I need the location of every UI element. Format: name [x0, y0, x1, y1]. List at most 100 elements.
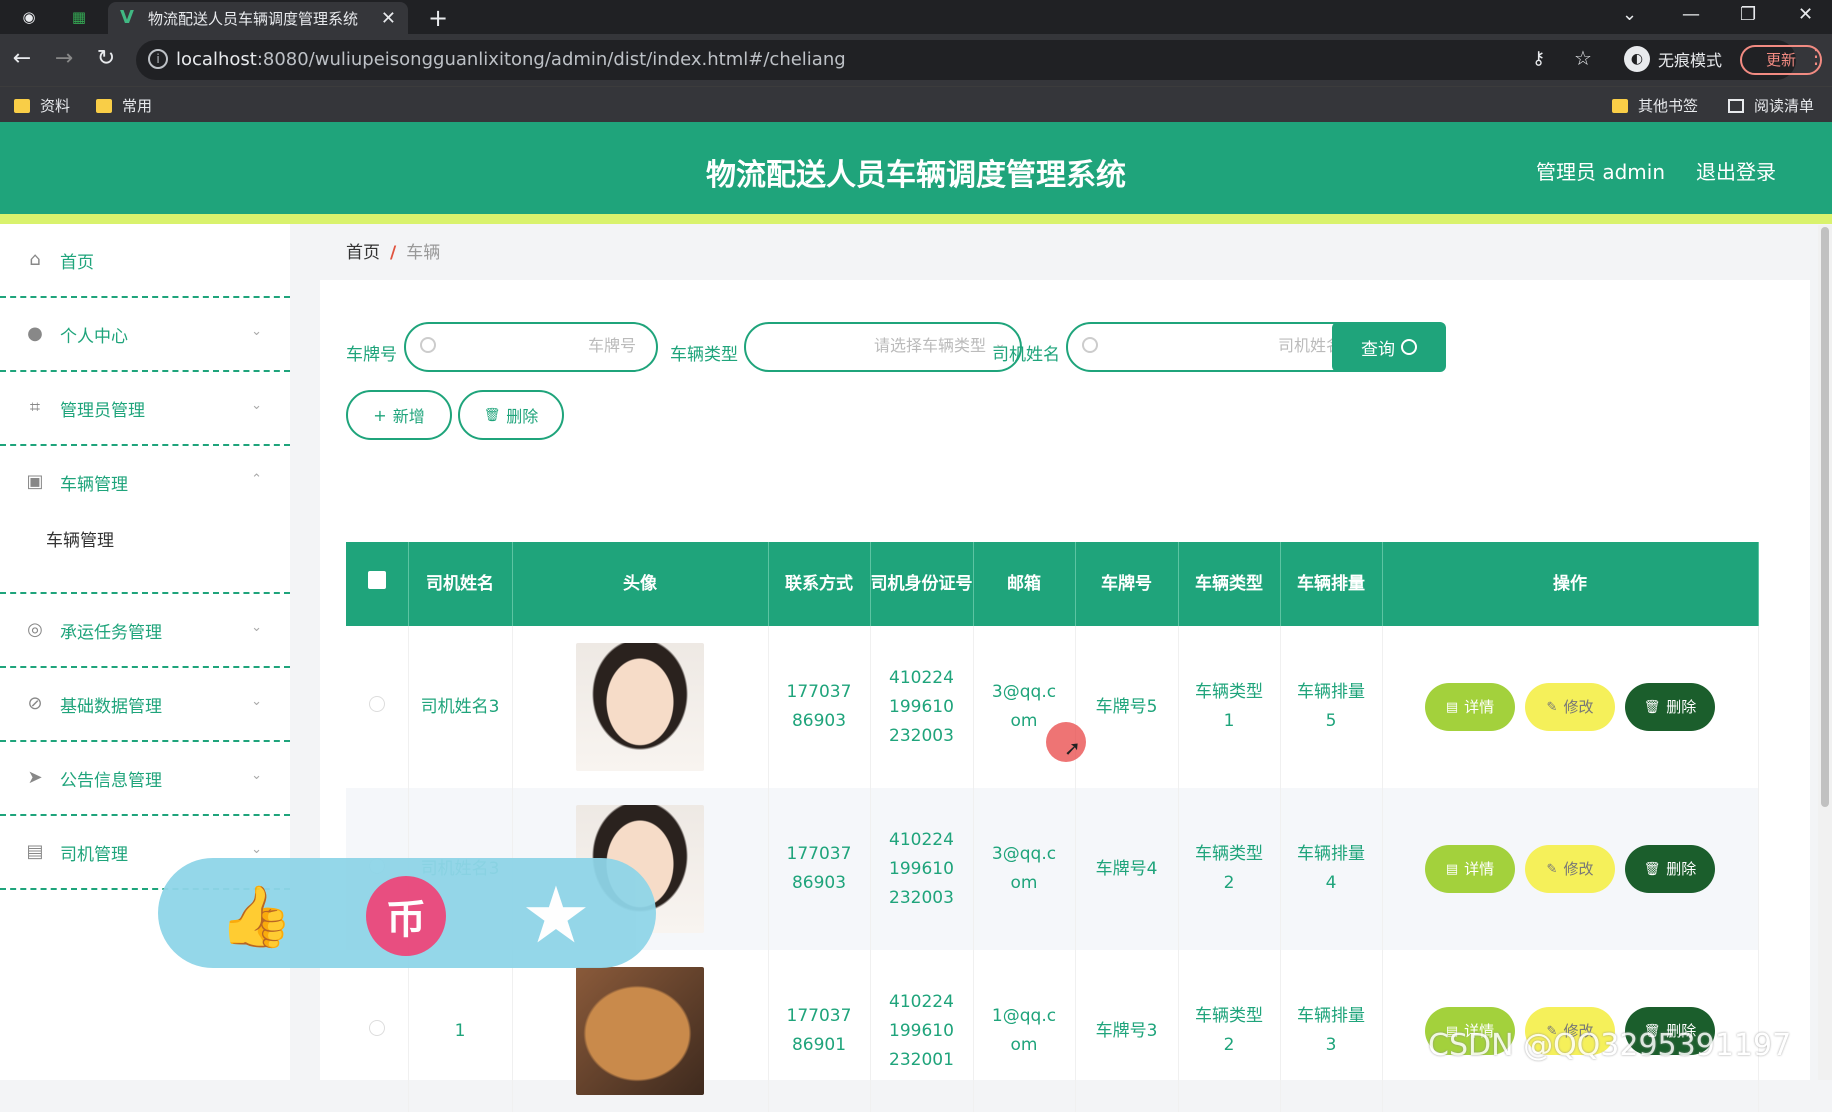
close-window-icon[interactable]: ✕: [1798, 4, 1813, 25]
select-all-cell[interactable]: [346, 542, 409, 626]
query-button-label: 查询: [1361, 339, 1395, 360]
breadcrumb: 首页 / 车辆: [346, 238, 440, 263]
vehicle-type-select[interactable]: ⌄: [744, 322, 1022, 372]
breadcrumb-current: 车辆: [406, 243, 441, 263]
bookmark-star-icon[interactable]: ☆: [1574, 46, 1592, 70]
pencil-icon: ✎: [1546, 699, 1558, 715]
sidebar-item-notice[interactable]: ➤ 公告信息管理 ⌄: [0, 742, 290, 816]
site-info-icon[interactable]: i: [148, 49, 168, 69]
plate-search-input[interactable]: [404, 322, 658, 372]
type-label: 车辆类型: [670, 345, 738, 365]
detail-button[interactable]: ▤ 详情: [1425, 683, 1515, 731]
driver-search-input[interactable]: [1066, 322, 1364, 372]
avatar-image: [576, 967, 704, 1095]
circle-icon: ◎: [27, 619, 43, 640]
row-select-cell[interactable]: [346, 626, 409, 788]
folder-icon: [14, 98, 30, 113]
tab-search-icon[interactable]: ⌄: [1622, 4, 1637, 25]
delete-button[interactable]: 🗑 删除: [1625, 845, 1715, 893]
header-type: 车辆类型: [1178, 542, 1281, 626]
incognito-indicator[interactable]: ◐ 无痕模式: [1624, 46, 1722, 72]
reading-list-icon: [1728, 98, 1744, 113]
driver-input[interactable]: [1172, 336, 1342, 355]
list-icon: ▤: [26, 841, 44, 862]
plate-input[interactable]: [466, 336, 636, 355]
cell-plate: 车牌号3: [1075, 950, 1179, 1112]
document-icon: ▤: [1445, 699, 1459, 715]
thumbs-up-icon[interactable]: 👍: [216, 876, 296, 956]
driver-label: 司机姓名: [992, 345, 1060, 365]
tab-title: 物流配送人员车辆调度管理系统: [148, 9, 359, 28]
document-icon: ▤: [1445, 861, 1459, 877]
sidebar-item-home[interactable]: ⌂ 首页: [0, 224, 290, 298]
cell-type: 车辆类型2: [1178, 788, 1281, 950]
cell-avatar: [512, 950, 769, 1112]
cell-id-card: 410224199610232001: [870, 950, 974, 1112]
add-button-label: 新增: [392, 407, 425, 426]
crop-icon: ⌗: [29, 397, 41, 418]
cell-type: 车辆类型2: [1178, 950, 1281, 1112]
other-bookmarks[interactable]: 其他书签: [1612, 95, 1698, 116]
chevron-down-icon: ⌄: [251, 324, 262, 339]
address-toolbar: ← → ↻ i localhost:8080/wuliupeisongguanl…: [0, 34, 1832, 86]
cell-id-card: 410224199610232003: [870, 626, 974, 788]
batch-delete-button[interactable]: 🗑 删除: [458, 390, 564, 440]
watermark: CSDN @QQ3295391197: [1428, 1028, 1792, 1063]
home-icon: ⌂: [29, 249, 41, 270]
search-icon: [1401, 339, 1417, 355]
header-actions: 操作: [1382, 542, 1759, 626]
restore-icon[interactable]: ❐: [1740, 4, 1756, 25]
reload-icon[interactable]: ↻: [92, 46, 120, 71]
folder-icon: [1612, 98, 1628, 113]
social-action-overlay: 👍 币 ★: [158, 858, 656, 968]
row-checkbox[interactable]: [368, 1019, 385, 1036]
row-checkbox[interactable]: [368, 695, 385, 712]
chevron-down-icon: ⌄: [251, 842, 262, 857]
sidebar-item-vehicle[interactable]: ▣ 车辆管理 ⌃: [0, 446, 290, 518]
sidebar-item-tasks[interactable]: ◎ 承运任务管理 ⌄: [0, 594, 290, 668]
key-icon[interactable]: ⚷: [1532, 48, 1545, 69]
coin-icon[interactable]: 币: [366, 876, 446, 956]
more-menu-icon[interactable]: ⋮: [1806, 44, 1826, 68]
select-all-checkbox[interactable]: [367, 571, 386, 589]
address-bar[interactable]: i localhost:8080/wuliupeisongguanlixiton…: [136, 40, 1822, 80]
cursor-arrow-icon: ➚: [1064, 736, 1081, 760]
type-select-input[interactable]: [816, 336, 986, 355]
submenu-vehicle-management[interactable]: 车辆管理: [46, 526, 114, 551]
edit-button[interactable]: ✎ 修改: [1525, 683, 1615, 731]
close-tab-icon[interactable]: ✕: [381, 8, 396, 29]
breadcrumb-home[interactable]: 首页: [346, 243, 380, 263]
browser-logo-icon[interactable]: ◉: [18, 6, 40, 28]
cell-type: 车辆类型1: [1178, 626, 1281, 788]
minimize-icon[interactable]: —: [1682, 4, 1700, 25]
breadcrumb-separator: /: [390, 243, 397, 263]
header-displacement: 车辆排量: [1280, 542, 1383, 626]
delete-button[interactable]: 🗑 删除: [1625, 683, 1715, 731]
sidebar-item-basic-data[interactable]: ⊘ 基础数据管理 ⌄: [0, 668, 290, 742]
table-header-row: 司机姓名 头像 联系方式 司机身份证号 邮箱 车牌号 车辆类型 车辆排量 操作: [346, 542, 1759, 626]
back-icon[interactable]: ←: [8, 46, 36, 71]
page-scrollbar[interactable]: [1818, 225, 1832, 1080]
vue-logo-icon: V: [120, 7, 134, 28]
row-select-cell[interactable]: [346, 950, 409, 1112]
cell-phone: 17703786903: [768, 626, 871, 788]
avatar-image: [576, 643, 704, 771]
cell-plate: 车牌号5: [1075, 626, 1179, 788]
sidebar-item-profile[interactable]: ● 个人中心 ⌄: [0, 298, 290, 372]
spreadsheet-tab-icon[interactable]: ▦: [68, 6, 90, 28]
query-button[interactable]: 查询: [1332, 322, 1446, 372]
scrollbar-thumb[interactable]: [1821, 227, 1829, 807]
edit-button[interactable]: ✎ 修改: [1525, 845, 1615, 893]
bookmark-folder-ziliao[interactable]: 资料: [14, 95, 70, 116]
reading-list[interactable]: 阅读清单: [1728, 95, 1814, 116]
sidebar-item-admin[interactable]: ⌗ 管理员管理 ⌄: [0, 372, 290, 446]
forward-icon[interactable]: →: [50, 46, 78, 71]
add-button[interactable]: + 新增: [346, 390, 452, 440]
star-icon[interactable]: ★: [516, 871, 596, 961]
bookmark-folder-changyong[interactable]: 常用: [96, 95, 152, 116]
active-tab[interactable]: V 物流配送人员车辆调度管理系统 ✕: [108, 2, 408, 34]
cell-id-card: 410224199610232003: [870, 788, 974, 950]
new-tab-icon[interactable]: +: [428, 4, 448, 32]
logout-link[interactable]: 退出登录: [1696, 156, 1776, 185]
detail-button[interactable]: ▤ 详情: [1425, 845, 1515, 893]
